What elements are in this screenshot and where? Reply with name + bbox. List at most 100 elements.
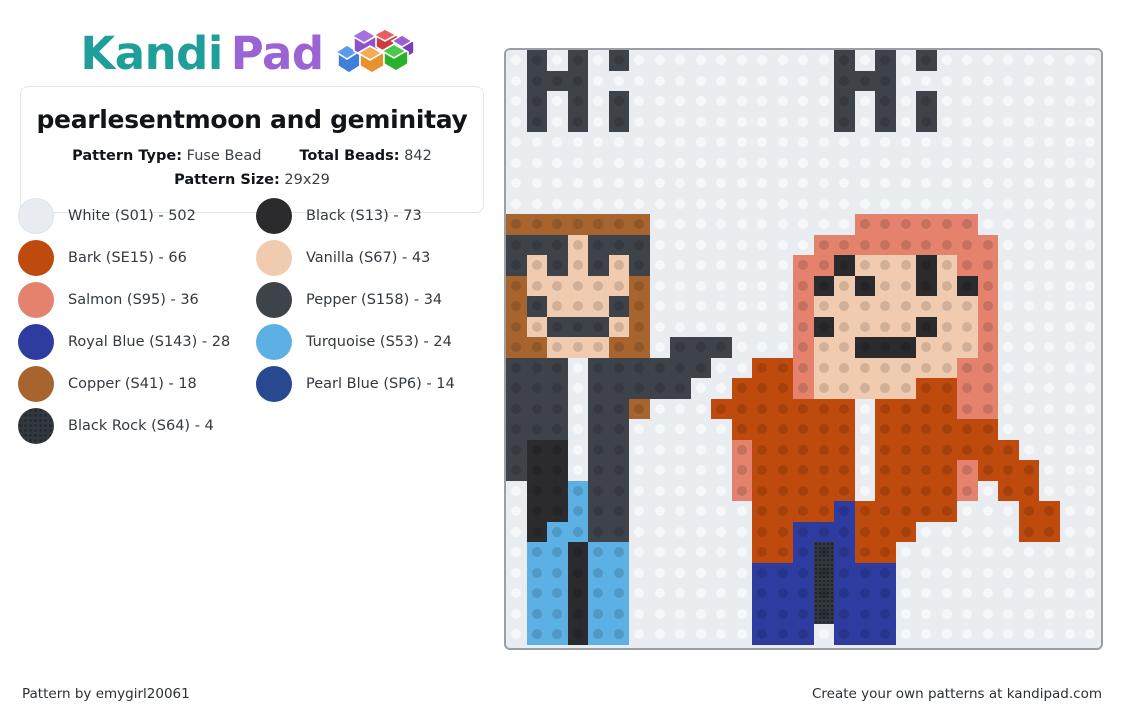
bead-cell[interactable]: [793, 378, 814, 399]
bead-cell[interactable]: [793, 152, 814, 173]
bead-cell[interactable]: [649, 173, 670, 194]
bead-cell[interactable]: [977, 50, 998, 71]
bead-cell[interactable]: [957, 337, 978, 358]
bead-cell[interactable]: [772, 439, 793, 460]
bead-cell[interactable]: [506, 480, 527, 501]
bead-cell[interactable]: [772, 132, 793, 153]
bead-cell[interactable]: [711, 337, 732, 358]
bead-cell[interactable]: [1018, 316, 1039, 337]
bead-cell[interactable]: [957, 173, 978, 194]
bead-cell[interactable]: [957, 234, 978, 255]
bead-cell[interactable]: [936, 70, 957, 91]
bead-cell[interactable]: [772, 50, 793, 71]
bead-cell[interactable]: [793, 296, 814, 317]
bead-cell[interactable]: [998, 337, 1019, 358]
bead-cell[interactable]: [506, 562, 527, 583]
bead-cell[interactable]: [649, 398, 670, 419]
bead-cell[interactable]: [608, 255, 629, 276]
bead-cell[interactable]: [711, 624, 732, 645]
bead-cell[interactable]: [567, 337, 588, 358]
bead-cell[interactable]: [1059, 603, 1080, 624]
bead-cell[interactable]: [1080, 214, 1101, 235]
bead-cell[interactable]: [1080, 378, 1101, 399]
bead-cell[interactable]: [834, 378, 855, 399]
bead-cell[interactable]: [588, 562, 609, 583]
bead-cell[interactable]: [752, 501, 773, 522]
bead-cell[interactable]: [629, 460, 650, 481]
bead-cell[interactable]: [731, 603, 752, 624]
bead-cell[interactable]: [731, 398, 752, 419]
bead-cell[interactable]: [936, 357, 957, 378]
bead-cell[interactable]: [916, 70, 937, 91]
bead-cell[interactable]: [957, 624, 978, 645]
bead-cell[interactable]: [793, 91, 814, 112]
bead-cell[interactable]: [895, 439, 916, 460]
bead-cell[interactable]: [526, 91, 547, 112]
bead-cell[interactable]: [690, 275, 711, 296]
bead-cell[interactable]: [998, 521, 1019, 542]
bead-cell[interactable]: [711, 255, 732, 276]
bead-cell[interactable]: [834, 357, 855, 378]
bead-cell[interactable]: [608, 152, 629, 173]
bead-cell[interactable]: [916, 480, 937, 501]
bead-cell[interactable]: [854, 173, 875, 194]
bead-cell[interactable]: [957, 50, 978, 71]
bead-cell[interactable]: [834, 398, 855, 419]
bead-cell[interactable]: [711, 583, 732, 604]
bead-cell[interactable]: [834, 91, 855, 112]
bead-cell[interactable]: [1018, 378, 1039, 399]
bead-cell[interactable]: [711, 111, 732, 132]
bead-cell[interactable]: [772, 152, 793, 173]
bead-cell[interactable]: [813, 316, 834, 337]
bead-cell[interactable]: [649, 480, 670, 501]
bead-cell[interactable]: [854, 337, 875, 358]
bead-cell[interactable]: [813, 398, 834, 419]
bead-cell[interactable]: [977, 439, 998, 460]
bead-cell[interactable]: [649, 378, 670, 399]
bead-cell[interactable]: [772, 91, 793, 112]
bead-cell[interactable]: [752, 255, 773, 276]
bead-cell[interactable]: [813, 357, 834, 378]
bead-cell[interactable]: [1080, 603, 1101, 624]
bead-cell[interactable]: [670, 111, 691, 132]
bead-cell[interactable]: [875, 152, 896, 173]
bead-cell[interactable]: [813, 173, 834, 194]
bead-cell[interactable]: [547, 542, 568, 563]
bead-cell[interactable]: [1018, 624, 1039, 645]
bead-cell[interactable]: [834, 152, 855, 173]
bead-cell[interactable]: [547, 378, 568, 399]
bead-cell[interactable]: [629, 562, 650, 583]
bead-cell[interactable]: [977, 316, 998, 337]
bead-cell[interactable]: [772, 255, 793, 276]
bead-cell[interactable]: [670, 460, 691, 481]
bead-cell[interactable]: [998, 132, 1019, 153]
bead-cell[interactable]: [1018, 460, 1039, 481]
bead-cell[interactable]: [875, 234, 896, 255]
bead-cell[interactable]: [875, 603, 896, 624]
bead-cell[interactable]: [731, 521, 752, 542]
bead-cell[interactable]: [813, 542, 834, 563]
bead-cell[interactable]: [772, 275, 793, 296]
bead-cell[interactable]: [1080, 521, 1101, 542]
bead-cell[interactable]: [629, 357, 650, 378]
bead-cell[interactable]: [875, 624, 896, 645]
bead-cell[interactable]: [567, 70, 588, 91]
bead-cell[interactable]: [526, 460, 547, 481]
bead-cell[interactable]: [567, 214, 588, 235]
bead-cell[interactable]: [895, 50, 916, 71]
bead-cell[interactable]: [1059, 583, 1080, 604]
bead-cell[interactable]: [690, 132, 711, 153]
bead-cell[interactable]: [649, 624, 670, 645]
bead-cell[interactable]: [1039, 316, 1060, 337]
bead-cell[interactable]: [506, 583, 527, 604]
bead-cell[interactable]: [1080, 439, 1101, 460]
bead-cell[interactable]: [506, 275, 527, 296]
bead-cell[interactable]: [506, 624, 527, 645]
bead-cell[interactable]: [588, 357, 609, 378]
bead-cell[interactable]: [1018, 296, 1039, 317]
bead-cell[interactable]: [608, 91, 629, 112]
bead-cell[interactable]: [1018, 337, 1039, 358]
bead-cell[interactable]: [629, 214, 650, 235]
bead-cell[interactable]: [547, 316, 568, 337]
bead-cell[interactable]: [526, 480, 547, 501]
